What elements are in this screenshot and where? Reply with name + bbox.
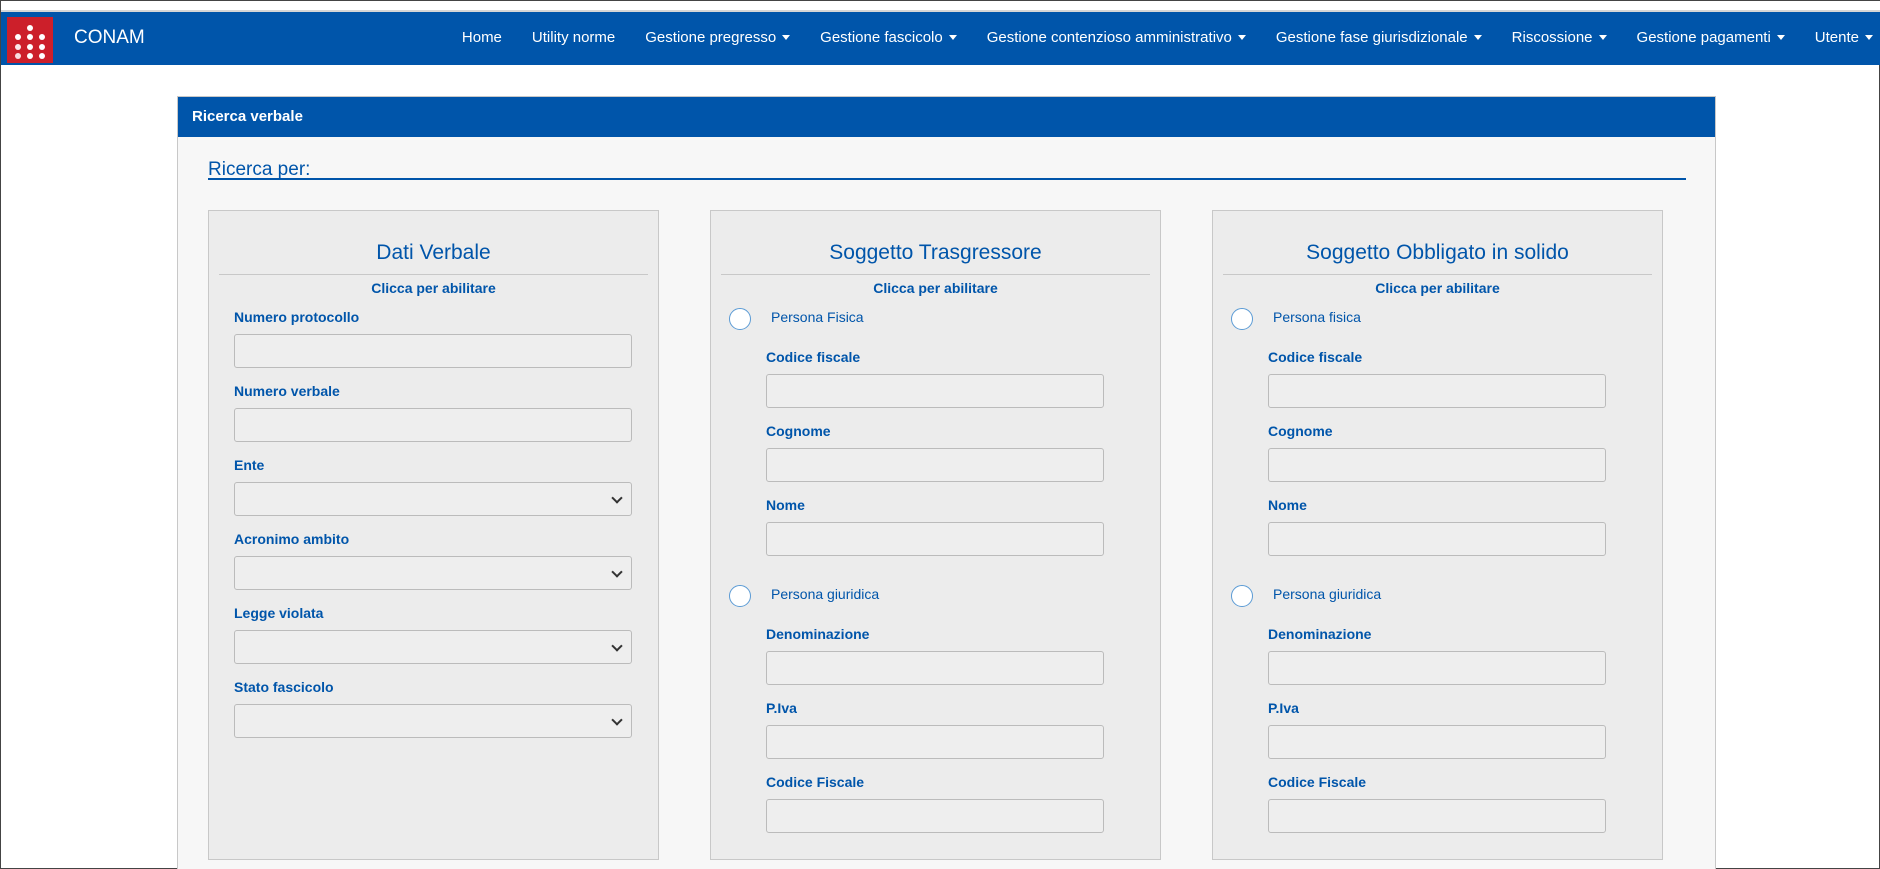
numero-verbale-input[interactable] xyxy=(234,408,632,442)
nav-utente[interactable]: Utente xyxy=(1815,29,1873,46)
dati-verbale-card[interactable]: Dati Verbale Clicca per abilitare Numero… xyxy=(208,210,659,860)
conam-logo-icon[interactable] xyxy=(7,17,53,63)
brand-name[interactable]: CONAM xyxy=(74,27,145,49)
nav-gestione-fascicolo[interactable]: Gestione fascicolo xyxy=(820,29,957,46)
ente-select[interactable] xyxy=(234,482,632,516)
chevron-down-icon xyxy=(611,640,623,652)
caret-down-icon xyxy=(1776,35,1785,40)
soggetto-trasgressore-card[interactable]: Soggetto Trasgressore Clicca per abilita… xyxy=(710,210,1161,860)
piva-input[interactable] xyxy=(766,725,1104,759)
piva-input[interactable] xyxy=(1268,725,1606,759)
enable-hint[interactable]: Clicca per abilitare xyxy=(1223,280,1652,296)
cognome-label: Cognome xyxy=(1268,423,1333,439)
cognome-label: Cognome xyxy=(766,423,831,439)
enable-hint[interactable]: Clicca per abilitare xyxy=(721,280,1150,296)
card-title: Soggetto Obbligato in solido xyxy=(1223,241,1652,275)
caret-down-icon xyxy=(948,35,957,40)
caret-down-icon xyxy=(1865,35,1873,40)
ricerca-verbale-panel: Ricerca verbale Ricerca per: Dati Verbal… xyxy=(177,96,1716,869)
stato-fascicolo-select[interactable] xyxy=(234,704,632,738)
persona-giuridica-label[interactable]: Persona giuridica xyxy=(1273,586,1381,602)
piva-label: P.Iva xyxy=(766,700,797,716)
denominazione-input[interactable] xyxy=(1268,651,1606,685)
ente-label: Ente xyxy=(234,457,265,473)
numero-protocollo-label: Numero protocollo xyxy=(234,309,360,325)
search-for-title: Ricerca per: xyxy=(208,160,1686,180)
chevron-down-icon xyxy=(611,714,623,726)
codice-fiscale-label: Codice fiscale xyxy=(1268,349,1363,365)
persona-fisica-radio[interactable] xyxy=(729,308,751,330)
nome-label: Nome xyxy=(1268,497,1307,513)
stato-fascicolo-label: Stato fascicolo xyxy=(234,679,334,695)
nav-gestione-pagamenti[interactable]: Gestione pagamenti xyxy=(1637,29,1785,46)
enable-hint[interactable]: Clicca per abilitare xyxy=(219,280,648,296)
nome-label: Nome xyxy=(766,497,805,513)
legge-violata-select[interactable] xyxy=(234,630,632,664)
nav-riscossione[interactable]: Riscossione xyxy=(1512,29,1607,46)
caret-down-icon xyxy=(782,35,791,40)
nome-input[interactable] xyxy=(766,522,1104,556)
numero-protocollo-input[interactable] xyxy=(234,334,632,368)
denominazione-input[interactable] xyxy=(766,651,1104,685)
top-navbar: CONAM Home Utility norme Gestione pregre… xyxy=(1,12,1880,65)
card-title: Soggetto Trasgressore xyxy=(721,241,1150,275)
caret-down-icon xyxy=(1598,35,1607,40)
chevron-down-icon xyxy=(611,492,623,504)
panel-heading: Ricerca verbale xyxy=(178,97,1715,137)
persona-fisica-label[interactable]: Persona Fisica xyxy=(771,309,864,325)
nav-home[interactable]: Home xyxy=(462,29,502,46)
persona-giuridica-radio[interactable] xyxy=(1231,585,1253,607)
codice-fiscale-pg-label: Codice Fiscale xyxy=(1268,774,1367,790)
chevron-down-icon xyxy=(611,566,623,578)
acronimo-ambito-select[interactable] xyxy=(234,556,632,590)
denominazione-label: Denominazione xyxy=(1268,626,1372,642)
nav-gestione-pregresso[interactable]: Gestione pregresso xyxy=(645,29,791,46)
cognome-input[interactable] xyxy=(1268,448,1606,482)
nome-input[interactable] xyxy=(1268,522,1606,556)
numero-verbale-label: Numero verbale xyxy=(234,383,340,399)
codice-fiscale-label: Codice fiscale xyxy=(766,349,861,365)
cognome-input[interactable] xyxy=(766,448,1104,482)
persona-fisica-label[interactable]: Persona fisica xyxy=(1273,309,1361,325)
main-menu: Home Utility norme Gestione pregresso Ge… xyxy=(432,29,1873,46)
nav-utility-norme[interactable]: Utility norme xyxy=(532,29,615,46)
caret-down-icon xyxy=(1237,35,1246,40)
codice-fiscale-pg-input[interactable] xyxy=(766,799,1104,833)
nav-gestione-fase-giurisdizionale[interactable]: Gestione fase giurisdizionale xyxy=(1276,29,1482,46)
legge-violata-label: Legge violata xyxy=(234,605,324,621)
codice-fiscale-input[interactable] xyxy=(1268,374,1606,408)
card-title: Dati Verbale xyxy=(219,241,648,275)
codice-fiscale-input[interactable] xyxy=(766,374,1104,408)
window-top-strip xyxy=(1,1,1880,12)
persona-giuridica-label[interactable]: Persona giuridica xyxy=(771,586,879,602)
persona-fisica-radio[interactable] xyxy=(1231,308,1253,330)
denominazione-label: Denominazione xyxy=(766,626,870,642)
persona-giuridica-radio[interactable] xyxy=(729,585,751,607)
caret-down-icon xyxy=(1473,35,1482,40)
codice-fiscale-pg-label: Codice Fiscale xyxy=(766,774,865,790)
acronimo-ambito-label: Acronimo ambito xyxy=(234,531,350,547)
piva-label: P.Iva xyxy=(1268,700,1299,716)
nav-gestione-contenzioso[interactable]: Gestione contenzioso amministrativo xyxy=(987,29,1246,46)
soggetto-obbligato-card[interactable]: Soggetto Obbligato in solido Clicca per … xyxy=(1212,210,1663,860)
codice-fiscale-pg-input[interactable] xyxy=(1268,799,1606,833)
